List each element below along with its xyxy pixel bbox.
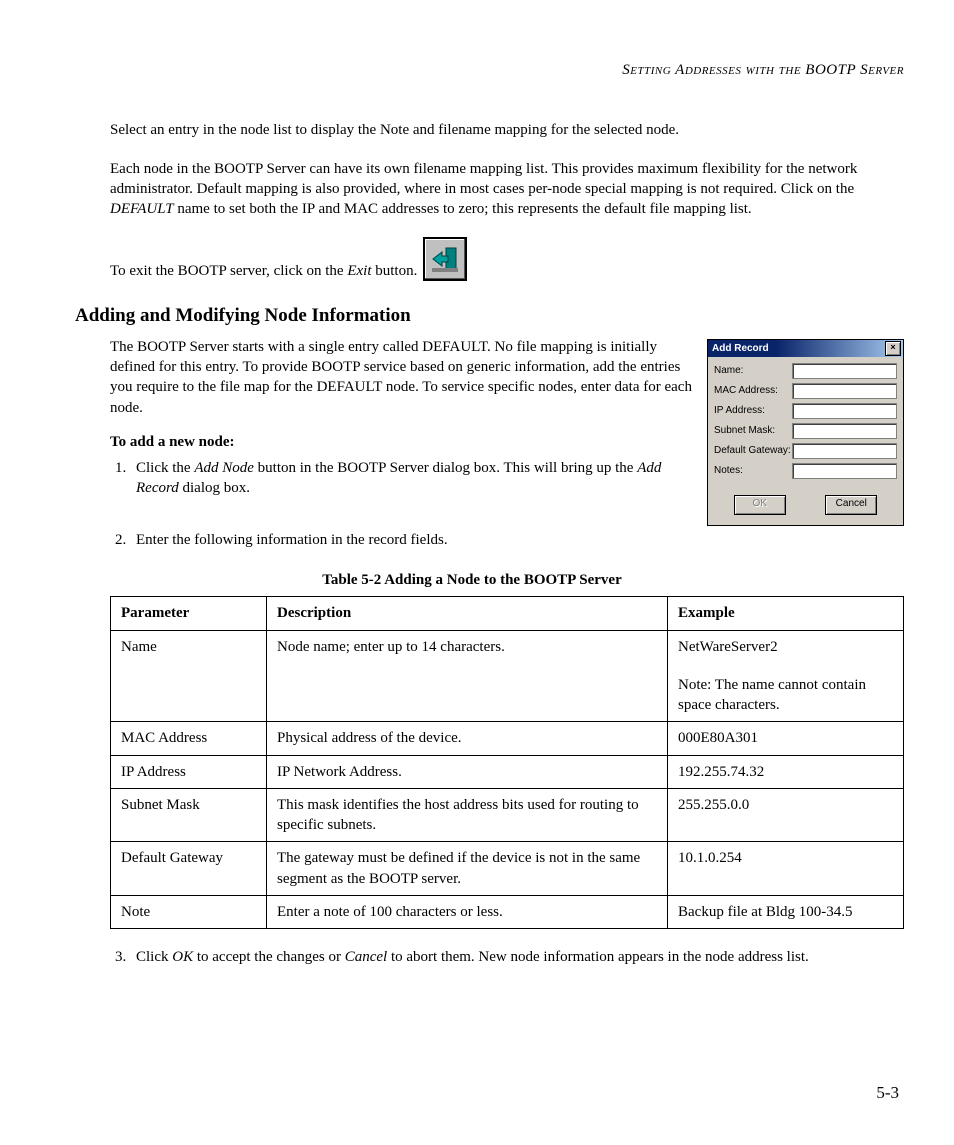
cell-param: Note <box>111 895 267 928</box>
text: To exit the BOOTP server, click on the <box>110 263 347 279</box>
paragraph-filename-mapping: Each node in the BOOTP Server can have i… <box>110 159 904 220</box>
cell-example: 10.1.0.254 <box>668 842 904 896</box>
table-row: IP Address IP Network Address. 192.255.7… <box>111 755 904 788</box>
table-row: Default Gateway The gateway must be defi… <box>111 842 904 896</box>
cell-example: Backup file at Bldg 100-34.5 <box>668 895 904 928</box>
text: Click <box>136 949 172 965</box>
ok-term: OK <box>172 949 193 965</box>
example-value: NetWareServer2 <box>678 639 778 655</box>
text: dialog box. <box>179 480 250 496</box>
table-row: Subnet Mask This mask identifies the hos… <box>111 788 904 842</box>
running-head: Setting Addresses with the BOOTP Server <box>40 60 904 80</box>
label-name: Name: <box>714 364 792 378</box>
table-caption: Table 5-2 Adding a Node to the BOOTP Ser… <box>40 570 904 590</box>
add-node-term: Add Node <box>194 460 254 476</box>
cancel-button[interactable]: Cancel <box>825 495 877 515</box>
default-term: DEFAULT <box>110 201 174 217</box>
text: name to set both the IP and MAC addresse… <box>174 201 752 217</box>
cell-param: Subnet Mask <box>111 788 267 842</box>
table-row: Name Node name; enter up to 14 character… <box>111 630 904 722</box>
cell-desc: The gateway must be defined if the devic… <box>267 842 668 896</box>
paragraph-default-entry: The BOOTP Server starts with a single en… <box>110 337 693 418</box>
page-number: 5-3 <box>876 1082 899 1105</box>
example-note: Note: The name cannot contain space char… <box>678 675 893 716</box>
step-2: Enter the following information in the r… <box>130 530 904 550</box>
label-ip: IP Address: <box>714 404 792 418</box>
parameters-table: Parameter Description Example Name Node … <box>110 596 904 929</box>
cell-desc: This mask identifies the host address bi… <box>267 788 668 842</box>
step-1: Click the Add Node button in the BOOTP S… <box>130 458 693 499</box>
page: Setting Addresses with the BOOTP Server … <box>0 0 954 1145</box>
text: button in the BOOTP Server dialog box. T… <box>254 460 637 476</box>
table-row: Note Enter a note of 100 characters or l… <box>111 895 904 928</box>
dialog-titlebar: Add Record × <box>708 340 903 357</box>
ok-button[interactable]: OK <box>734 495 786 515</box>
cell-param: IP Address <box>111 755 267 788</box>
th-example: Example <box>668 597 904 630</box>
cell-desc: Enter a note of 100 characters or less. <box>267 895 668 928</box>
cell-desc: Node name; enter up to 14 characters. <box>267 630 668 722</box>
text: to abort them. New node information appe… <box>387 949 809 965</box>
text: button. <box>371 263 417 279</box>
th-parameter: Parameter <box>111 597 267 630</box>
label-subnet: Subnet Mask: <box>714 424 792 438</box>
label-mac: MAC Address: <box>714 384 792 398</box>
cell-param: Name <box>111 630 267 722</box>
gateway-field[interactable] <box>792 443 897 459</box>
name-field[interactable] <box>792 363 897 379</box>
cell-param: MAC Address <box>111 722 267 755</box>
dialog-title: Add Record <box>712 342 769 356</box>
label-gateway: Default Gateway: <box>714 444 792 458</box>
text: Click the <box>136 460 194 476</box>
cancel-term: Cancel <box>345 949 388 965</box>
exit-button-icon[interactable] <box>423 237 467 281</box>
paragraph-select-entry: Select an entry in the node list to disp… <box>110 120 904 140</box>
subnet-field[interactable] <box>792 423 897 439</box>
exit-term: Exit <box>347 263 371 279</box>
cell-example: 000E80A301 <box>668 722 904 755</box>
cell-desc: IP Network Address. <box>267 755 668 788</box>
table-row: MAC Address Physical address of the devi… <box>111 722 904 755</box>
heading-adding-modifying: Adding and Modifying Node Information <box>75 303 904 329</box>
th-description: Description <box>267 597 668 630</box>
table-header-row: Parameter Description Example <box>111 597 904 630</box>
exit-line: To exit the BOOTP server, click on the E… <box>110 237 904 281</box>
to-add-heading: To add a new node: <box>110 432 693 452</box>
add-record-dialog: Add Record × Name: MAC Address: IP Addre… <box>707 339 904 526</box>
close-icon[interactable]: × <box>885 341 901 356</box>
label-notes: Notes: <box>714 464 792 478</box>
notes-field[interactable] <box>792 463 897 479</box>
ip-field[interactable] <box>792 403 897 419</box>
cell-desc: Physical address of the device. <box>267 722 668 755</box>
cell-example: 255.255.0.0 <box>668 788 904 842</box>
text: to accept the changes or <box>193 949 345 965</box>
cell-example: 192.255.74.32 <box>668 755 904 788</box>
mac-field[interactable] <box>792 383 897 399</box>
text: Each node in the BOOTP Server can have i… <box>110 161 857 197</box>
cell-param: Default Gateway <box>111 842 267 896</box>
cell-example: NetWareServer2 Note: The name cannot con… <box>668 630 904 722</box>
step-3: Click OK to accept the changes or Cancel… <box>130 947 904 967</box>
